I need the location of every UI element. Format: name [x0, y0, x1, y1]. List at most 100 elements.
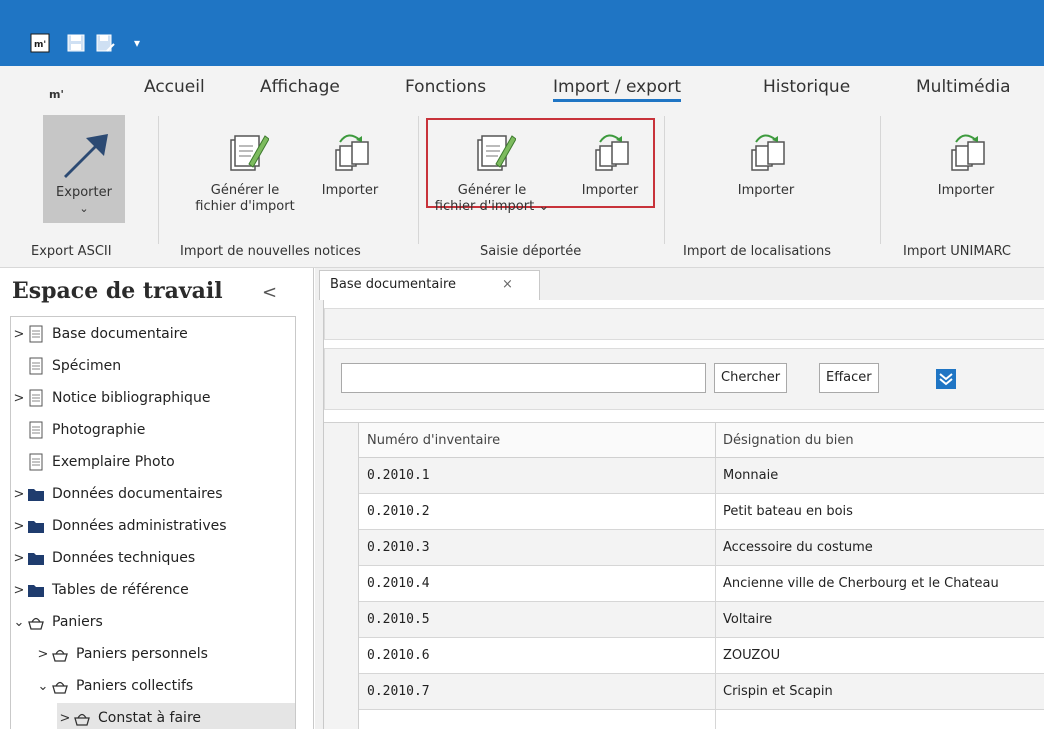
table-row[interactable]: 0.2010.6 ZOUZOU — [359, 638, 1044, 674]
group-label-locations: Import de localisations — [683, 244, 831, 259]
tree-item-label: Base documentaire — [52, 326, 188, 342]
close-tab-icon[interactable]: × — [502, 277, 513, 292]
import-notices-button[interactable]: Importer — [312, 130, 388, 199]
tree-item-paniers-collectifs[interactable]: ⌄ Paniers collectifs — [35, 671, 194, 701]
qat-dropdown-icon[interactable]: ▾ — [127, 33, 147, 53]
column-header-designation[interactable]: Désignation du bien — [723, 433, 854, 448]
tree-item-constat-a-faire[interactable]: > Constat à faire — [57, 703, 295, 729]
tree-item-base-documentaire[interactable]: > Base documentaire — [11, 319, 188, 349]
table-row[interactable]: 0.2010.2 Petit bateau en bois — [359, 494, 1044, 530]
workspace-title: Espace de travail — [12, 278, 223, 304]
import-label: Importer — [581, 183, 639, 198]
cell-inventory-number: 0.2010.3 — [367, 540, 430, 555]
import-icon — [335, 134, 369, 171]
tree-item-donnees-techniques[interactable]: > Données techniques — [11, 543, 196, 573]
group-label-new-notices: Import de nouvelles notices — [180, 244, 361, 259]
document-panel: Chercher Effacer Numéro d'inventaire Dés… — [323, 300, 1044, 729]
column-separator — [715, 638, 716, 673]
basket-icon — [51, 677, 69, 695]
table-row[interactable]: 0.2010.3 Accessoire du costume — [359, 530, 1044, 566]
tree-item-donnees-documentaires[interactable]: > Données documentaires — [11, 479, 223, 509]
export-button[interactable]: Exporter ⌄ — [43, 130, 125, 217]
tab-fonctions[interactable]: Fonctions — [405, 77, 486, 97]
column-header-inventory-number[interactable]: Numéro d'inventaire — [367, 433, 500, 448]
generate-label-line1: Générer le — [457, 183, 527, 198]
tab-import-export[interactable]: Import / export — [553, 77, 682, 102]
basket-icon — [27, 613, 45, 631]
tree-item-photographie[interactable]: Photographie — [11, 415, 145, 445]
tree-item-label: Paniers — [52, 614, 103, 630]
tree-item-donnees-administratives[interactable]: > Données administratives — [11, 511, 227, 541]
basket-icon — [73, 709, 91, 727]
search-bar: Chercher Effacer — [324, 348, 1044, 410]
export-chevron-icon: ⌄ — [79, 202, 89, 215]
tree-item-paniers-personnels[interactable]: > Paniers personnels — [35, 639, 208, 669]
collapse-chevron-icon[interactable]: ⌄ — [35, 679, 51, 694]
basket-icon — [51, 645, 69, 663]
app-logo-text: m' — [34, 40, 46, 50]
generate-remote-file-button[interactable]: Générer le fichier d'import ⌄ — [430, 130, 554, 215]
search-input[interactable] — [341, 363, 706, 393]
import-icon — [595, 134, 629, 171]
save-icon[interactable] — [66, 33, 86, 53]
tab-historique[interactable]: Historique — [763, 77, 850, 97]
app-logo-icon[interactable]: m' — [30, 33, 50, 53]
content-area: Base documentaire × Chercher Effacer Num… — [315, 268, 1044, 729]
separator — [880, 116, 881, 244]
cell-designation: Petit bateau en bois — [723, 504, 853, 519]
expand-chevron-icon[interactable]: > — [35, 647, 51, 662]
expand-chevron-icon[interactable]: > — [57, 711, 73, 726]
clear-button[interactable]: Effacer — [819, 363, 879, 393]
row-header-column — [324, 422, 359, 729]
ribbon: Exporter ⌄ Générer le fichier d'import I… — [0, 110, 1044, 268]
cell-designation: ZOUZOU — [723, 648, 781, 663]
filter-strip — [324, 308, 1044, 340]
expand-filters-icon[interactable] — [935, 368, 957, 390]
folder-icon — [27, 517, 45, 535]
tab-accueil[interactable]: Accueil — [144, 77, 205, 97]
table-row[interactable] — [359, 710, 1044, 729]
cell-designation: Ancienne ville de Cherbourg et le Chatea… — [723, 576, 999, 591]
table-row[interactable]: 0.2010.7 Crispin et Scapin — [359, 674, 1044, 710]
tree-item-label: Constat à faire — [98, 710, 202, 726]
file-tab[interactable]: m' — [49, 88, 64, 101]
tree-item-tables-de-reference[interactable]: > Tables de référence — [11, 575, 189, 605]
generate-label-line2: fichier d'import — [195, 199, 295, 214]
collapse-chevron-icon[interactable]: ⌄ — [11, 615, 27, 630]
save-as-icon[interactable] — [95, 33, 115, 53]
export-arrow-icon — [64, 134, 108, 178]
title-bar: m' ▾ — [0, 0, 1044, 66]
search-button[interactable]: Chercher — [714, 363, 788, 393]
expand-chevron-icon[interactable]: > — [11, 551, 27, 566]
expand-chevron-icon[interactable]: > — [11, 519, 27, 534]
tree-item-label: Données documentaires — [52, 486, 223, 502]
table-row[interactable]: 0.2010.5 Voltaire — [359, 602, 1044, 638]
generate-import-file-button[interactable]: Générer le fichier d'import — [183, 130, 307, 215]
tab-affichage[interactable]: Affichage — [260, 77, 340, 97]
ribbon-tabs: m' Accueil Affichage Fonctions Import / … — [0, 66, 1044, 110]
tree-item-label: Tables de référence — [52, 582, 189, 598]
tree-item-label: Photographie — [52, 422, 146, 438]
cell-inventory-number: 0.2010.5 — [367, 612, 430, 627]
collapse-pane-icon[interactable]: < — [262, 282, 277, 303]
expand-chevron-icon[interactable]: > — [11, 487, 27, 502]
import-locations-button[interactable]: Importer — [728, 130, 804, 199]
import-remote-button[interactable]: Importer — [572, 130, 648, 199]
tab-label: Base documentaire — [330, 277, 457, 292]
import-icon — [951, 134, 985, 171]
table-row[interactable]: 0.2010.1 Monnaie — [359, 458, 1044, 494]
tab-multimedia[interactable]: Multimédia — [916, 77, 1011, 97]
tree-item-notice-bibliographique[interactable]: > Notice bibliographique — [11, 383, 210, 413]
folder-icon — [27, 485, 45, 503]
tree-item-exemplaire-photo[interactable]: Exemplaire Photo — [11, 447, 175, 477]
expand-chevron-icon[interactable]: > — [11, 583, 27, 598]
expand-chevron-icon[interactable]: > — [11, 391, 27, 406]
table-row[interactable]: 0.2010.4 Ancienne ville de Cherbourg et … — [359, 566, 1044, 602]
document-icon — [27, 421, 45, 439]
import-label: Importer — [737, 183, 795, 198]
import-unimarc-button[interactable]: Importer — [928, 130, 1004, 199]
tab-base-documentaire[interactable]: Base documentaire × — [319, 270, 540, 300]
tree-item-specimen[interactable]: Spécimen — [11, 351, 121, 381]
expand-chevron-icon[interactable]: > — [11, 327, 27, 342]
tree-item-paniers[interactable]: ⌄ Paniers — [11, 607, 103, 637]
